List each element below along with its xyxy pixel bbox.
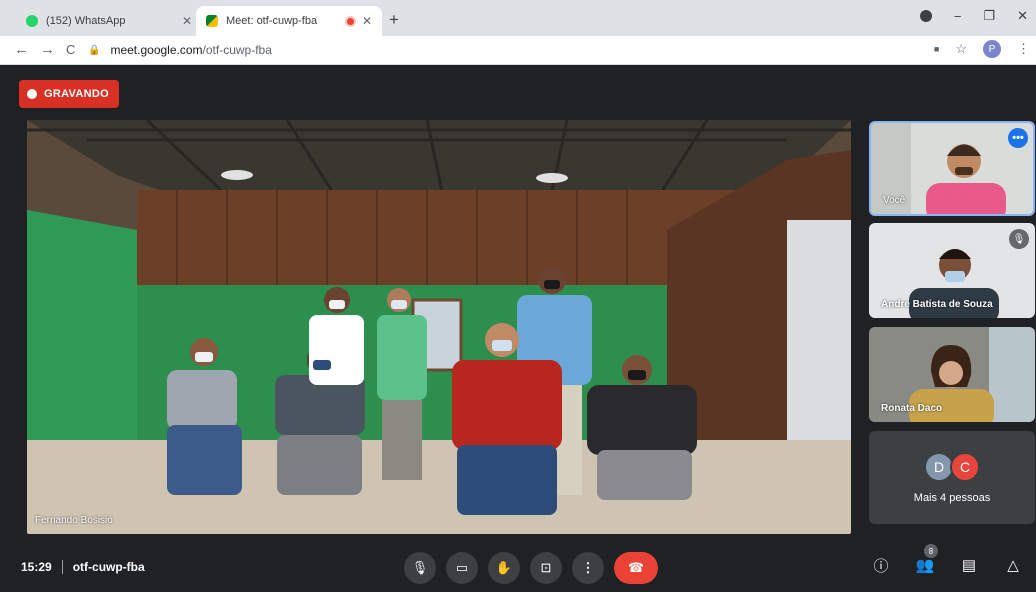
call-controls: 🎙 ▭ ✋ ⊡ ⋮ ☎	[404, 552, 658, 584]
microphone-button[interactable]: 🎙	[404, 552, 436, 584]
profile-avatar[interactable]: P	[983, 40, 1001, 58]
tab-search-icon[interactable]	[919, 10, 932, 22]
activities-icon[interactable]: △	[1002, 554, 1024, 576]
meeting-info: 15:29 otf-cuwp-fba	[21, 560, 145, 574]
tile-name: Ronata Daco	[881, 403, 943, 414]
more-options-button[interactable]: ⋮	[572, 552, 604, 584]
participant-tile-andre[interactable]: 🎙 Andre Batista de Souza	[869, 223, 1035, 318]
toolbar-actions: ■ ☆ P ⋮	[934, 40, 1030, 58]
camera-button[interactable]: ▭	[446, 552, 478, 584]
people-icon: 👥	[915, 557, 935, 574]
participant-tile-ronata[interactable]: Ronata Daco	[869, 327, 1035, 422]
address-bar[interactable]: 🔒 meet.google.com/otf-cuwp-fba	[88, 39, 938, 61]
main-video-tile[interactable]: Fernando Bosisio	[27, 120, 851, 534]
side-panel-controls: ⓘ 👥 8 ▤ △	[870, 544, 1024, 576]
meet-control-bar: 15:29 otf-cuwp-fba 🎙 ▭ ✋ ⊡ ⋮ ☎ ⓘ 👥 8 ▤ △	[0, 542, 1036, 592]
window-controls: − ❐ ✕	[919, 8, 1028, 24]
new-tab-button[interactable]: +	[389, 10, 399, 30]
recording-badge[interactable]: GRAVANDO	[19, 80, 119, 108]
leave-call-button[interactable]: ☎	[614, 552, 658, 584]
reload-button[interactable]: C	[66, 42, 75, 57]
present-screen-button[interactable]: ⊡	[530, 552, 562, 584]
tile-name: Andre Batista de Souza	[881, 299, 993, 310]
meet-icon	[206, 15, 218, 27]
record-dot-icon	[27, 89, 37, 99]
meeting-code: otf-cuwp-fba	[72, 560, 145, 574]
maximize-button[interactable]: ❐	[983, 8, 995, 24]
people-count-badge: 8	[924, 544, 938, 558]
meeting-time: 15:29	[21, 560, 52, 574]
whatsapp-icon	[26, 15, 38, 27]
close-window-button[interactable]: ✕	[1017, 8, 1028, 24]
camera-in-use-icon[interactable]: ■	[934, 44, 939, 54]
browser-menu-icon[interactable]: ⋮	[1017, 41, 1030, 57]
browser-tab-strip: (152) WhatsApp ✕ Meet: otf-cuwp-fba ✕ + …	[0, 0, 1036, 36]
tile-name: Você	[883, 195, 906, 206]
more-people-label: Mais 4 pessoas	[913, 491, 991, 504]
url-host: meet.google.com	[110, 43, 203, 57]
main-video-scene	[27, 120, 851, 534]
chat-icon[interactable]: ▤	[958, 554, 980, 576]
url-path: /otf-cuwp-fba	[202, 43, 272, 57]
recording-indicator-icon	[346, 17, 354, 25]
raise-hand-button[interactable]: ✋	[488, 552, 520, 584]
meeting-details-icon[interactable]: ⓘ	[870, 554, 892, 576]
forward-button[interactable]: →	[40, 41, 55, 58]
tab-title: (152) WhatsApp	[46, 15, 126, 27]
tab-close-icon[interactable]: ✕	[182, 14, 192, 28]
meet-app: GRAVANDO Fernando Bosisio ••• Você 🎙 And…	[0, 65, 1036, 592]
minimize-button[interactable]: −	[954, 9, 962, 24]
browser-toolbar: ← → C 🔒 meet.google.com/otf-cuwp-fba ■ ☆…	[0, 36, 1036, 65]
divider	[61, 560, 63, 574]
tab-title: Meet: otf-cuwp-fba	[226, 15, 318, 27]
back-button[interactable]: ←	[14, 41, 29, 58]
participant-avatar-c: C	[950, 451, 980, 482]
more-options-button[interactable]: •••	[1008, 128, 1028, 148]
main-participant-name: Fernando Bosisio	[35, 515, 113, 526]
more-participants-tile[interactable]: D C Mais 4 pessoas	[869, 431, 1035, 524]
tab-whatsapp[interactable]: (152) WhatsApp ✕	[16, 6, 202, 36]
bookmark-star-icon[interactable]: ☆	[955, 41, 967, 57]
tab-meet[interactable]: Meet: otf-cuwp-fba ✕	[196, 6, 382, 36]
lock-icon: 🔒	[88, 44, 101, 56]
participant-tile-self[interactable]: ••• Você	[869, 121, 1035, 216]
muted-mic-icon: 🎙	[1009, 229, 1029, 249]
tab-close-icon[interactable]: ✕	[362, 14, 372, 28]
people-button[interactable]: 👥 8	[914, 544, 938, 576]
recording-label: GRAVANDO	[44, 88, 109, 100]
